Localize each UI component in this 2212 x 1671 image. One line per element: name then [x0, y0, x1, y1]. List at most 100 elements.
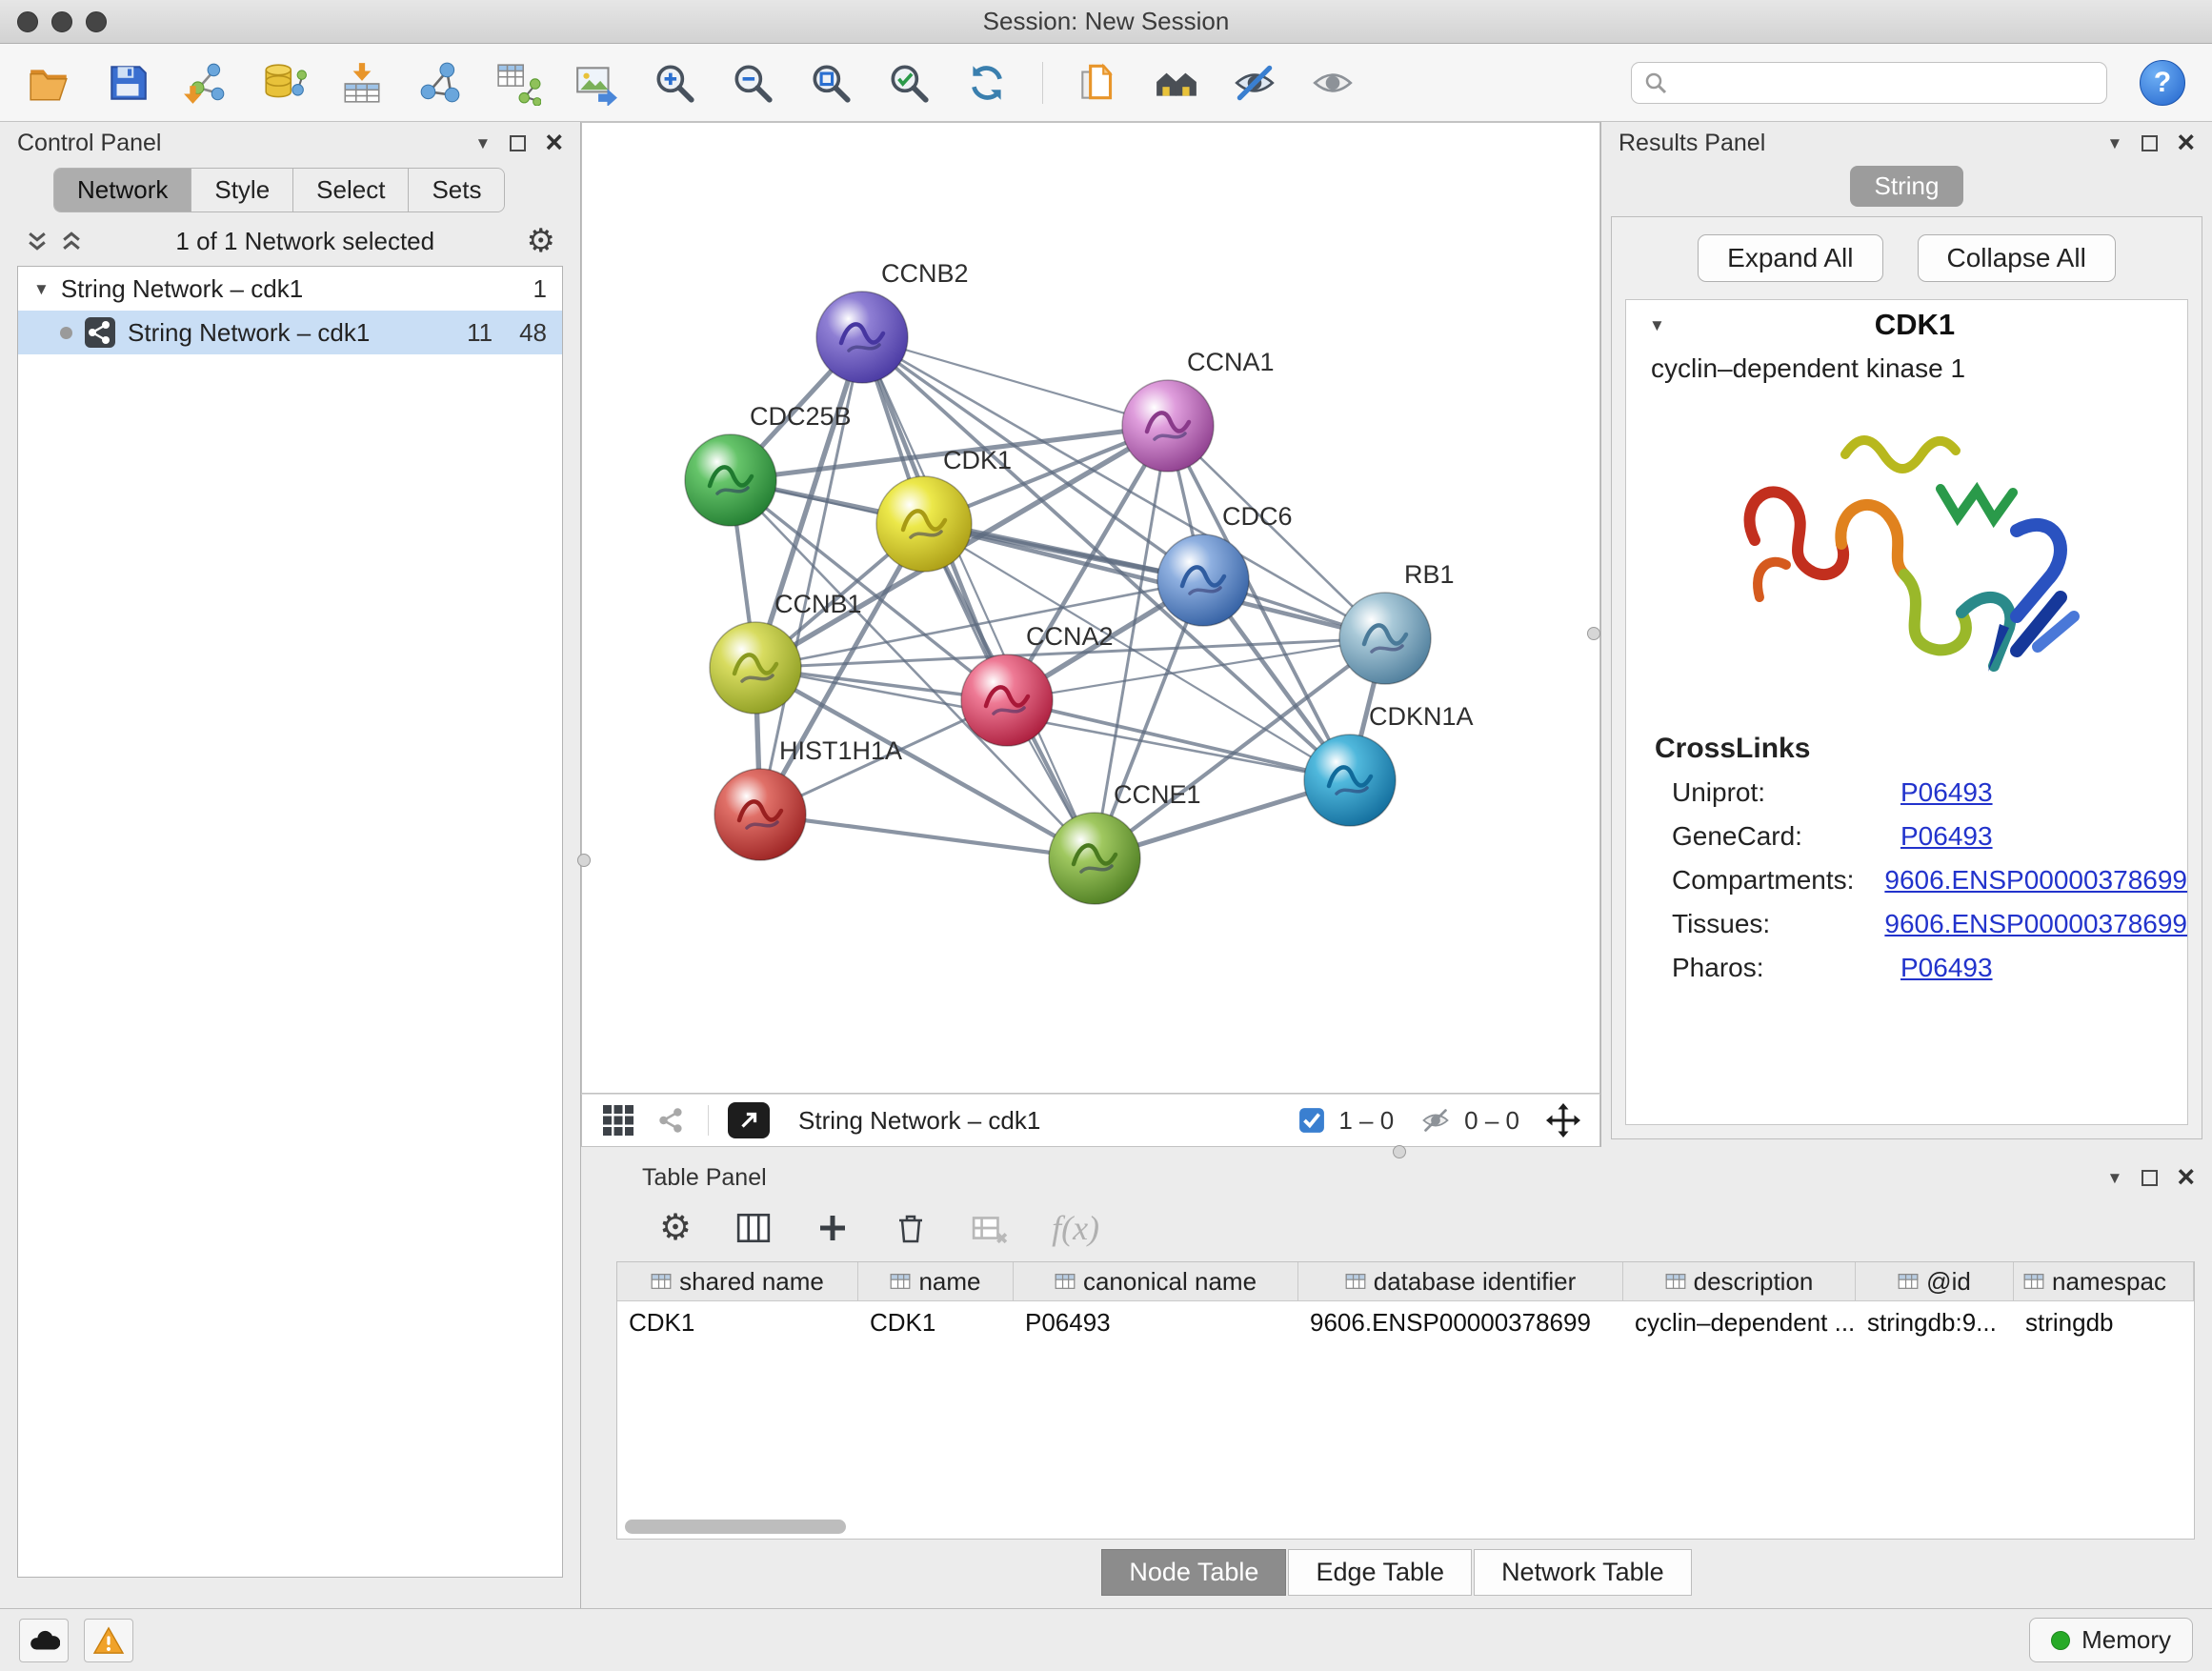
close-panel-icon[interactable]: ×	[2177, 1165, 2195, 1190]
tab-sets[interactable]: Sets	[409, 169, 504, 211]
collapse-collection-icon[interactable]: ▼	[33, 281, 50, 297]
pan-move-icon[interactable]	[1546, 1103, 1580, 1137]
import-table-file-icon[interactable]	[339, 60, 385, 106]
zoom-in-icon[interactable]	[652, 60, 697, 106]
horizontal-scrollbar[interactable]	[625, 1520, 846, 1534]
network-node-cdc25b[interactable]	[685, 434, 776, 526]
collapse-all-button[interactable]: Collapse All	[1918, 234, 2116, 282]
tab-node-table[interactable]: Node Table	[1101, 1549, 1286, 1596]
share-view-icon[interactable]	[654, 1103, 689, 1137]
save-session-icon[interactable]	[105, 60, 151, 106]
table-cell[interactable]: stringdb	[2014, 1301, 2182, 1343]
show-columns-icon[interactable]	[735, 1210, 772, 1246]
network-collection-row[interactable]: ▼ String Network – cdk1 1	[18, 267, 562, 311]
network-row[interactable]: String Network – cdk1 11 48	[18, 311, 562, 354]
right-splitter-handle[interactable]	[1587, 627, 1600, 640]
tab-select[interactable]: Select	[293, 169, 409, 211]
minimize-window-button[interactable]	[51, 11, 72, 32]
float-panel-icon[interactable]	[2142, 1170, 2158, 1186]
network-node-ccne1[interactable]	[1049, 813, 1140, 904]
table-settings-gear-icon[interactable]: ⚙	[659, 1210, 692, 1246]
detach-view-button[interactable]	[728, 1102, 770, 1138]
tab-network-table[interactable]: Network Table	[1474, 1549, 1692, 1596]
collapse-protein-icon[interactable]: ▼	[1649, 317, 1665, 333]
bottom-splitter-handle[interactable]	[1393, 1145, 1406, 1158]
network-from-table-icon[interactable]	[495, 60, 541, 106]
close-panel-icon[interactable]: ×	[545, 131, 563, 155]
tab-style[interactable]: Style	[191, 169, 293, 211]
column-header--id[interactable]: @id	[1856, 1262, 2014, 1300]
network-node-ccna2[interactable]	[961, 654, 1053, 746]
network-node-ccnb2[interactable]	[816, 292, 908, 383]
table-cell[interactable]: P06493	[1014, 1301, 1298, 1343]
import-network-database-icon[interactable]	[261, 60, 307, 106]
hide-selected-icon[interactable]	[1232, 60, 1277, 106]
float-panel-icon[interactable]	[2142, 135, 2158, 151]
uniprot-link[interactable]: P06493	[1900, 777, 1993, 808]
home-views-icon[interactable]	[1154, 60, 1199, 106]
expand-all-button[interactable]: Expand All	[1698, 234, 1882, 282]
network-node-ccna1[interactable]	[1122, 380, 1214, 472]
column-header-description[interactable]: description	[1623, 1262, 1856, 1300]
network-node-cdc6[interactable]	[1157, 534, 1249, 626]
network-edge[interactable]	[862, 337, 1168, 426]
search-input[interactable]	[1676, 68, 2095, 97]
delete-column-icon[interactable]	[894, 1211, 928, 1245]
search-box[interactable]	[1631, 62, 2107, 104]
open-session-icon[interactable]	[27, 60, 72, 106]
table-row[interactable]: CDK1CDK1P064939606.ENSP00000378699cyclin…	[617, 1301, 2194, 1343]
network-node-hist1h1a[interactable]	[714, 769, 806, 860]
add-column-icon[interactable]	[815, 1211, 850, 1245]
refresh-layout-icon[interactable]	[964, 60, 1010, 106]
zoom-fit-icon[interactable]	[808, 60, 854, 106]
panel-menu-icon[interactable]: ▼	[2106, 1170, 2122, 1186]
network-node-cdkn1a[interactable]	[1304, 735, 1396, 826]
network-node-ccnb1[interactable]	[710, 622, 801, 714]
pharos-link[interactable]: P06493	[1900, 953, 1993, 983]
table-cell[interactable]: cyclin–dependent ...	[1623, 1301, 1856, 1343]
close-panel-icon[interactable]: ×	[2177, 131, 2195, 155]
tab-network[interactable]: Network	[54, 169, 191, 211]
memory-button[interactable]: Memory	[2029, 1618, 2193, 1662]
column-header-namespac[interactable]: namespac	[2014, 1262, 2194, 1300]
gear-icon[interactable]: ⚙	[527, 225, 555, 257]
export-image-icon[interactable]	[573, 60, 619, 106]
close-window-button[interactable]	[17, 11, 38, 32]
show-all-icon[interactable]	[1310, 60, 1356, 106]
string-results-tab[interactable]: String	[1850, 166, 1964, 207]
hidden-elements-icon[interactable]	[1420, 1105, 1451, 1136]
network-edge[interactable]	[862, 337, 1095, 858]
table-cell[interactable]: CDK1	[617, 1301, 858, 1343]
collapse-all-icon[interactable]	[59, 229, 84, 253]
float-panel-icon[interactable]	[510, 135, 526, 151]
network-graph[interactable]: CCNB2CCNA1CDC25BCDK1CDC6RB1CCNB1CCNA2CDK…	[582, 123, 1599, 1093]
left-splitter-handle[interactable]	[577, 854, 591, 867]
expand-all-icon[interactable]	[25, 229, 50, 253]
tissues-link[interactable]: 9606.ENSP00000378699	[1884, 909, 2187, 939]
network-node-cdk1[interactable]	[876, 476, 972, 572]
maximize-window-button[interactable]	[86, 11, 107, 32]
table-cell[interactable]: CDK1	[858, 1301, 1014, 1343]
documents-icon[interactable]	[1076, 60, 1121, 106]
network-node-rb1[interactable]	[1339, 593, 1431, 684]
panel-menu-icon[interactable]: ▼	[474, 135, 491, 151]
table-cell[interactable]: stringdb:9...	[1856, 1301, 2014, 1343]
warnings-button[interactable]	[84, 1619, 133, 1662]
table-cell[interactable]: 9606.ENSP00000378699	[1298, 1301, 1623, 1343]
column-header-canonical-name[interactable]: canonical name	[1014, 1262, 1298, 1300]
column-header-name[interactable]: name	[858, 1262, 1014, 1300]
column-header-database-identifier[interactable]: database identifier	[1298, 1262, 1623, 1300]
import-network-file-icon[interactable]	[183, 60, 229, 106]
zoom-selected-icon[interactable]	[886, 60, 932, 106]
new-network-icon[interactable]	[417, 60, 463, 106]
selected-nodes-checkbox-icon[interactable]	[1298, 1107, 1325, 1134]
column-header-shared-name[interactable]: shared name	[617, 1262, 858, 1300]
cloud-status-button[interactable]	[19, 1619, 69, 1662]
network-edge[interactable]	[760, 815, 1095, 858]
genecard-link[interactable]: P06493	[1900, 821, 1993, 852]
grid-view-icon[interactable]	[601, 1103, 635, 1137]
zoom-out-icon[interactable]	[730, 60, 775, 106]
panel-menu-icon[interactable]: ▼	[2106, 135, 2122, 151]
tab-edge-table[interactable]: Edge Table	[1288, 1549, 1472, 1596]
network-canvas[interactable]: CCNB2CCNA1CDC25BCDK1CDC6RB1CCNB1CCNA2CDK…	[581, 122, 1600, 1094]
